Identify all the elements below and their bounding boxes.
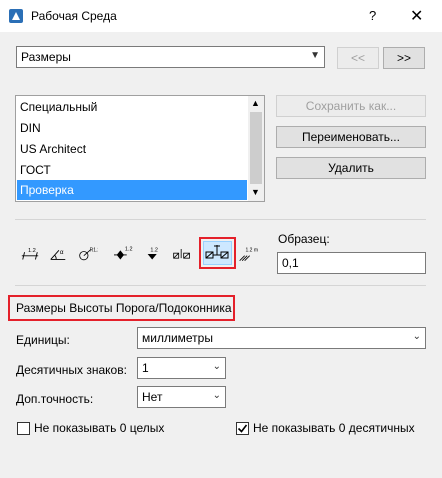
elevation-dimension-icon[interactable]: 1.2 [144, 244, 164, 267]
svg-text:α: α [60, 249, 64, 256]
list-item[interactable]: Специальный [17, 97, 247, 117]
list-item[interactable]: ГОСТ [17, 160, 247, 180]
save-as-button[interactable]: Сохранить как... [276, 95, 426, 117]
units-dropdown[interactable]: миллиметры ⌄ [137, 327, 426, 349]
extra-precision-value: Нет [142, 390, 163, 404]
delete-button[interactable]: Удалить [276, 157, 426, 179]
scheme-selected: Размеры [21, 50, 71, 64]
hide-decimal-zeros-label: Не показывать 0 десятичных [253, 421, 415, 435]
help-button[interactable]: ? [369, 8, 376, 23]
list-scrollbar[interactable]: ▲ ▼ [248, 96, 264, 201]
hide-whole-zero-label: Не показывать 0 целых [34, 421, 165, 435]
area-dimension-icon[interactable]: 1.2 m² [238, 244, 260, 267]
divider [15, 219, 426, 220]
sample-label: Образец: [278, 232, 330, 246]
chevron-down-icon: ⌄ [412, 331, 421, 342]
hide-decimal-zeros-checkbox[interactable] [236, 422, 249, 435]
decimals-label: Десятичных знаков: [16, 363, 127, 377]
chevron-down-icon: ⌄ [212, 361, 221, 372]
close-button[interactable]: ✕ [410, 6, 423, 26]
svg-text:R1.2: R1.2 [90, 248, 98, 254]
hide-whole-zero-checkbox[interactable] [17, 422, 30, 435]
linear-dimension-icon[interactable]: 1.2 [20, 244, 40, 267]
scroll-thumb[interactable] [250, 112, 262, 184]
window-title: Рабочая Среда [31, 9, 117, 23]
svg-text:1.2: 1.2 [150, 247, 158, 253]
app-icon [8, 8, 24, 24]
scheme-list[interactable]: Специальный DIN US Architect ГОСТ Провер… [15, 95, 265, 202]
sill-height-dimension-icon[interactable] [203, 241, 232, 265]
prev-scheme-button[interactable]: << [337, 47, 379, 69]
checkmark-icon [237, 424, 248, 433]
extra-precision-label: Доп.точность: [16, 392, 94, 406]
list-item-selected[interactable]: Проверка [17, 180, 247, 200]
svg-text:1.2: 1.2 [28, 248, 36, 254]
list-item[interactable]: US Architect [17, 139, 247, 159]
units-value: миллиметры [142, 331, 213, 345]
list-item[interactable]: DIN [17, 118, 247, 138]
divider [15, 285, 426, 286]
decimals-dropdown[interactable]: 1 ⌄ [137, 357, 226, 379]
scroll-down-icon[interactable]: ▼ [251, 187, 260, 197]
sample-field: 0,1 [277, 252, 426, 274]
extra-precision-dropdown[interactable]: Нет ⌄ [137, 386, 226, 408]
angle-dimension-icon[interactable]: α [48, 244, 68, 267]
chevron-down-icon: ⌄ [212, 390, 221, 401]
chevron-down-icon: ▼ [310, 50, 320, 61]
svg-text:1.2: 1.2 [125, 246, 133, 252]
scroll-up-icon[interactable]: ▲ [251, 98, 260, 108]
next-scheme-button[interactable]: >> [383, 47, 425, 69]
rename-button[interactable]: Переименовать... [276, 126, 426, 148]
scheme-dropdown[interactable]: Размеры ▼ [16, 46, 325, 68]
svg-text:1.2 m²: 1.2 m² [246, 248, 259, 254]
decimals-value: 1 [142, 361, 149, 375]
units-label: Единицы: [16, 333, 70, 347]
radial-dimension-icon[interactable]: R1.2 [78, 244, 100, 267]
door-window-dimension-icon[interactable] [172, 244, 192, 267]
section-title: Размеры Высоты Порога/Подоконника [16, 301, 232, 315]
level-dimension-icon[interactable]: 1.2 [114, 244, 134, 267]
